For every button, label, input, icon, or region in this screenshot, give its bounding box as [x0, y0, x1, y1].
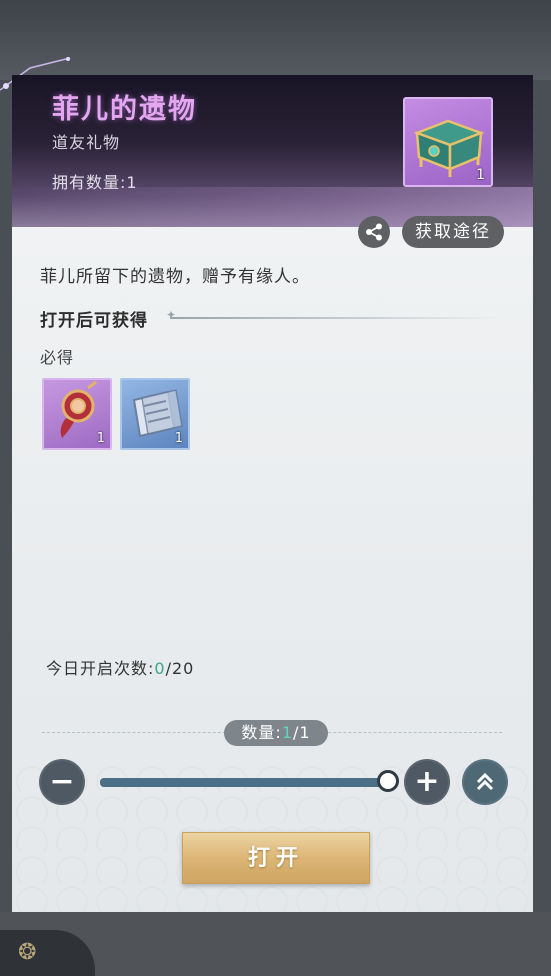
- share-icon: [366, 223, 382, 241]
- daily-open-count: 今日开启次数:0/20: [46, 655, 194, 679]
- max-quantity-button[interactable]: [462, 759, 508, 805]
- quantity-slider[interactable]: [100, 778, 390, 787]
- slider-fill: [100, 778, 390, 787]
- item-detail-dialog: 菲儿的遗物 道友礼物 拥有数量:1 1 获取途径 菲儿所留下的遗物，赠予有缘人。…: [12, 75, 533, 912]
- item-title: 菲儿的遗物: [52, 94, 197, 125]
- double-chevron-up-icon: [476, 772, 494, 791]
- background-top: [0, 0, 551, 80]
- owned-count: 拥有数量:1: [52, 173, 138, 192]
- item-icon-frame: 1: [403, 97, 493, 187]
- share-button[interactable]: [358, 216, 390, 248]
- reward-qty: 1: [96, 431, 105, 446]
- increase-button[interactable]: +: [404, 759, 450, 805]
- guaranteed-label: 必得: [40, 348, 75, 367]
- section-divider: [166, 308, 500, 322]
- menu-swirl-icon: ❂: [18, 940, 37, 965]
- item-icon-qty: 1: [476, 167, 485, 183]
- open-button[interactable]: 打开: [182, 832, 370, 884]
- item-type: 道友礼物: [52, 133, 121, 152]
- decrease-button[interactable]: −: [39, 759, 85, 805]
- slider-handle[interactable]: [377, 770, 399, 792]
- reward-item-amulet[interactable]: 1: [42, 378, 112, 450]
- daily-open-label: 今日开启次数:: [46, 659, 155, 678]
- source-button[interactable]: 获取途径: [402, 216, 504, 248]
- quantity-indicator: 数量:1/1: [224, 720, 328, 746]
- plus-icon: +: [414, 764, 440, 799]
- item-description: 菲儿所留下的遗物，赠予有缘人。: [40, 267, 310, 287]
- item-header: 菲儿的遗物 道友礼物 拥有数量:1 1: [12, 75, 533, 227]
- quantity-max: /1: [293, 723, 311, 742]
- rewards-section-title: 打开后可获得: [40, 311, 148, 331]
- daily-open-max: /20: [165, 659, 195, 678]
- reward-item-scroll[interactable]: 1: [120, 378, 190, 450]
- reward-qty: 1: [174, 431, 183, 446]
- quantity-current: 1: [281, 723, 293, 742]
- minus-icon: −: [49, 764, 75, 799]
- daily-open-current: 0: [154, 659, 166, 678]
- quantity-label: 数量:: [241, 723, 282, 742]
